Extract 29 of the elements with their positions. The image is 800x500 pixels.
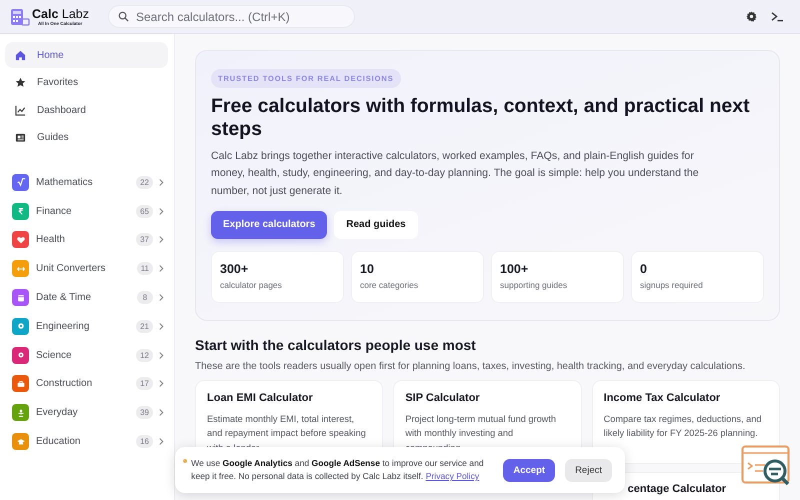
count-badge: 11: [136, 262, 153, 276]
section-title: Start with the calculators people use most: [195, 336, 477, 353]
count-badge: 17: [136, 377, 153, 390]
stat-label: core categories: [360, 280, 420, 290]
count-badge: 8: [137, 291, 153, 304]
count-badge: 37: [136, 233, 153, 246]
count-badge: 22: [136, 176, 153, 189]
stat-value: 0: [640, 262, 648, 276]
stat-label: calculator pages: [220, 280, 283, 290]
stat-label: signups required: [640, 280, 704, 290]
stat-value: 10: [360, 262, 375, 276]
count-badge: 21: [136, 320, 153, 333]
stat-value: 300+: [220, 262, 250, 276]
card-description: Compare tax regimes, deductions, and likely liability for FY 2025-26 planning.: [604, 412, 762, 440]
hero-description: Calc Labz brings together interactive calculators, worked examples, FAQs, and plain-English guides for money, health, study, engineering, and day-to-day planning. The goal is simple: help you understand the number, not just generate it.: [211, 149, 700, 199]
count-badge: 12: [136, 348, 153, 362]
consent-text: We use Google Analytics and Google AdSense to improve our service and keep it free. No personal data is collected by Calc Labz itself. Privacy Policy: [191, 457, 485, 483]
section-subtitle: These are the tools readers usually open first for planning loans, taxes, investing, health tracking, and everyday calculations.: [195, 360, 746, 372]
hero-title: Free calculators with formulas, context, and practical next steps: [211, 95, 751, 140]
stat-value: 100+: [500, 262, 530, 276]
stat-label: supporting guides: [500, 280, 568, 290]
count-badge: 65: [136, 204, 153, 218]
logo-text: Calc Labz: [32, 8, 89, 20]
count-badge: 39: [136, 406, 153, 420]
card-title: SIP Calculator: [405, 392, 481, 404]
card-title: Loan EMI Calculator: [207, 392, 314, 404]
card-title: centage Calculator: [628, 482, 728, 495]
count-badge: 16: [136, 435, 153, 448]
card-title: Income Tax Calculator: [604, 392, 722, 404]
